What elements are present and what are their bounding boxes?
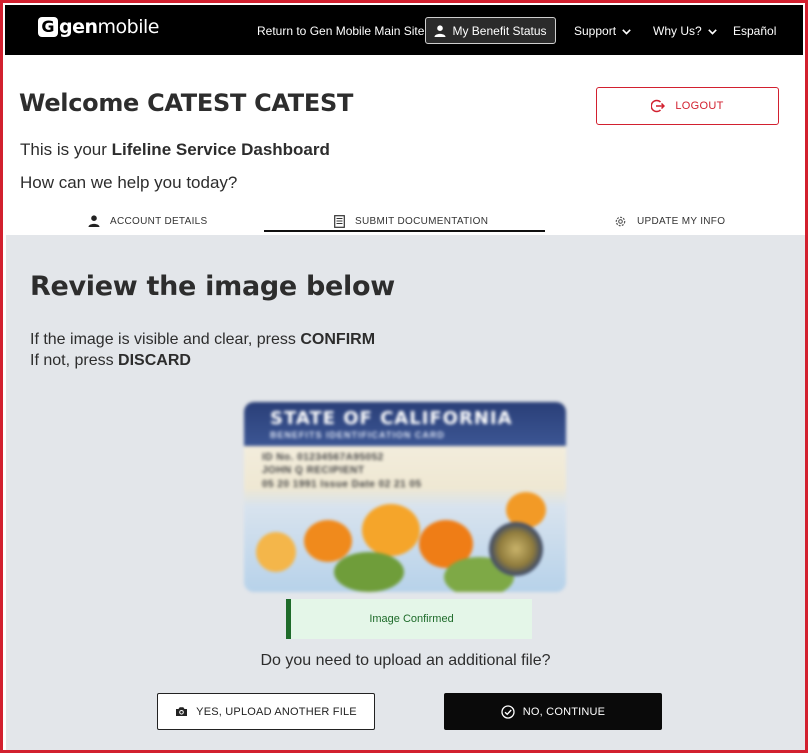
upload-another-file-label: YES, UPLOAD ANOTHER FILE [196,705,357,718]
top-navigation: G gen mobile Return to Gen Mobile Main S… [5,5,803,55]
app-frame: G gen mobile Return to Gen Mobile Main S… [0,0,808,753]
card-dates: 05 20 1991 Issue Date 02 21 05 [262,479,422,490]
logo-gen-text: gen [59,16,98,38]
tab-update-my-info[interactable]: UPDATE MY INFO [614,211,725,231]
why-us-label: Why Us? [653,24,702,38]
gear-icon [615,216,626,226]
confirm-keyword: CONFIRM [300,331,376,348]
tab-account-details-label: ACCOUNT DETAILS [110,215,208,227]
logout-label: LOGOUT [675,100,724,112]
welcome-heading: Welcome CATEST CATEST [19,89,354,117]
foliage [334,552,404,592]
why-us-menu[interactable]: Why Us? [653,24,717,38]
tab-account-details[interactable]: ACCOUNT DETAILS [88,211,207,231]
logo-mobile-text: mobile [97,16,160,38]
support-menu[interactable]: Support [574,24,632,38]
support-label: Support [574,24,617,38]
logout-button[interactable]: LOGOUT [596,87,779,125]
review-heading: Review the image below [30,271,395,302]
tab-update-my-info-label: UPDATE MY INFO [637,215,726,227]
card-holder-name: JOHN Q RECIPIENT [262,465,365,476]
uploaded-document-image: STATE OF CALIFORNIA BENEFITS IDENTIFICAT… [244,402,566,592]
check-circle-icon [501,704,515,719]
logout-icon [651,99,666,113]
my-benefit-status-label: My Benefit Status [452,23,547,38]
card-state-title: STATE OF CALIFORNIA [270,408,513,429]
return-main-site-link[interactable]: Return to Gen Mobile Main Site [257,24,424,38]
additional-file-question: Do you need to upload an additional file… [260,652,551,669]
confirm-instruction: If the image is visible and clear, press… [30,331,375,349]
chevron-down-icon [622,29,632,35]
poppy-flower [256,532,296,572]
tab-submit-documentation-label: SUBMIT DOCUMENTATION [355,215,489,227]
dashboard-intro-prefix: This is your [20,140,112,159]
genmobile-logo[interactable]: G gen mobile [38,16,159,38]
espanol-link[interactable]: Español [733,24,776,38]
document-icon [334,214,345,228]
documentation-panel: Review the image below If the image is v… [6,235,805,750]
dashboard-intro: This is your Lifeline Service Dashboard [20,140,330,160]
chevron-down-icon [708,29,717,35]
user-icon [434,24,446,37]
help-prompt: How can we help you today? [20,173,238,192]
tab-submit-documentation[interactable]: SUBMIT DOCUMENTATION [334,211,488,231]
discard-keyword: DISCARD [118,352,191,369]
logo-mark: G [38,17,58,37]
no-continue-button[interactable]: NO, CONTINUE [444,693,662,730]
card-id-number: ID No. 01234567A95052 [262,452,384,463]
person-icon [88,215,100,227]
active-tab-indicator [264,230,545,232]
poppy-flower [362,504,420,556]
no-continue-label: NO, CONTINUE [522,705,606,718]
upload-another-file-button[interactable]: YES, UPLOAD ANOTHER FILE [157,693,375,730]
card-subtitle: BENEFITS IDENTIFICATION CARD [270,430,445,440]
state-seal-icon [489,522,543,576]
dashboard-name: Lifeline Service Dashboard [111,140,330,159]
discard-instruction-prefix: If not, press [30,352,119,369]
confirm-instruction-prefix: If the image is visible and clear, press [30,331,301,348]
discard-instruction: If not, press DISCARD [30,352,191,370]
camera-icon [176,707,188,716]
poppy-flower [304,520,352,562]
image-confirmed-status: Image Confirmed [286,599,532,639]
my-benefit-status-button[interactable]: My Benefit Status [425,17,556,44]
